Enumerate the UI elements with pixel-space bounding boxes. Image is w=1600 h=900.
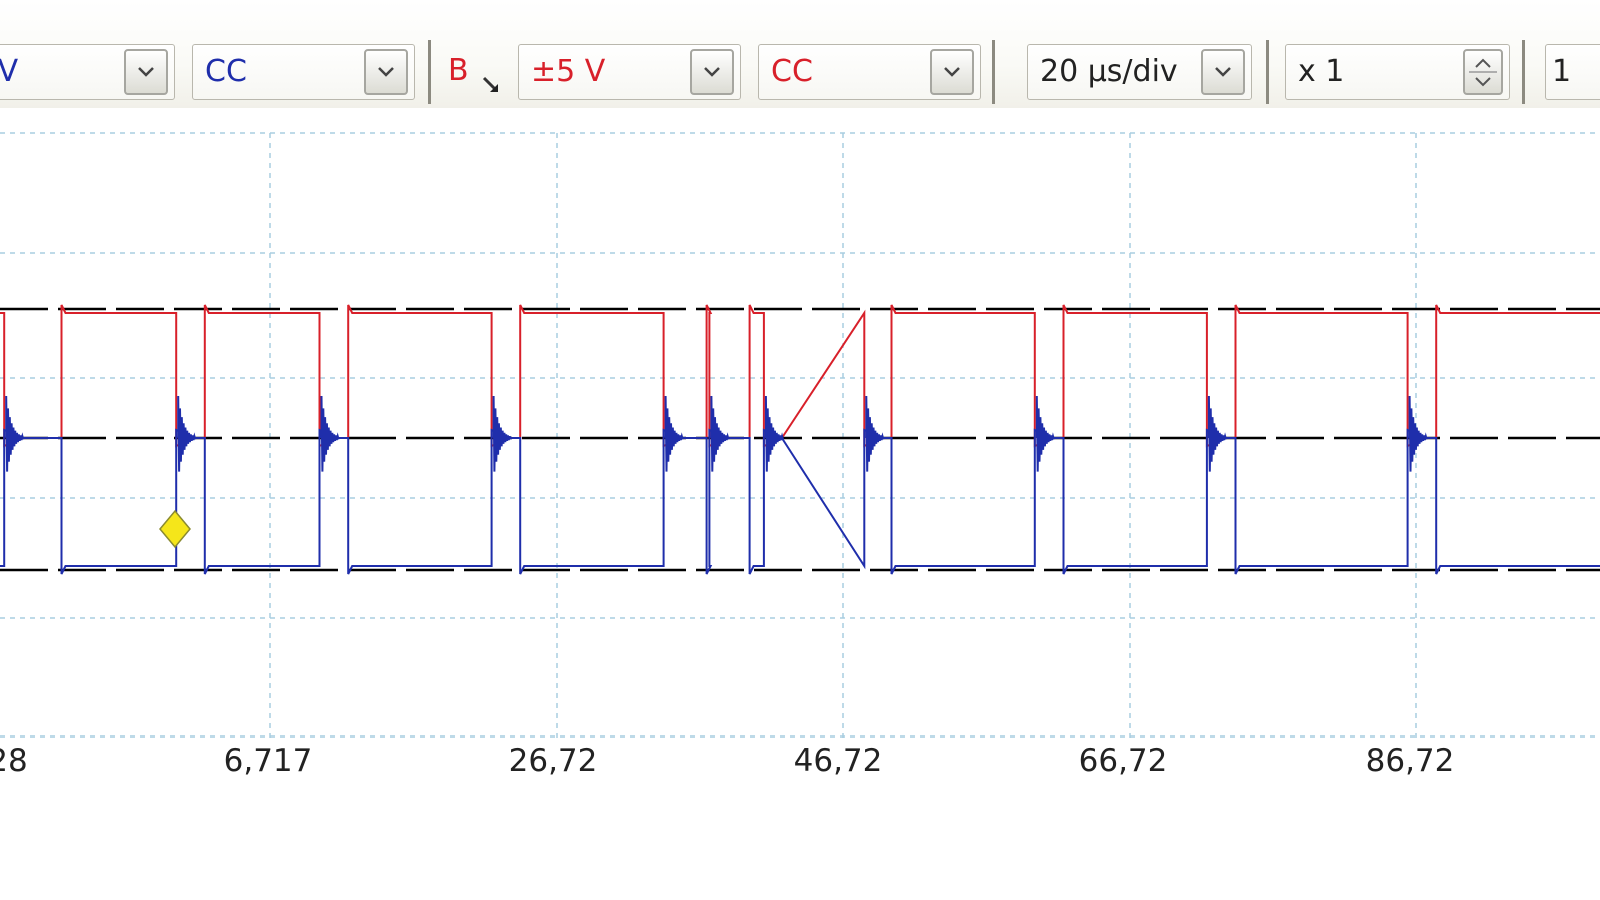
ringing-burst	[1035, 395, 1055, 472]
x-tick-label: 28	[0, 743, 28, 779]
graticule	[0, 132, 1600, 738]
channel-b-coupling-value: CC	[771, 54, 813, 89]
timebase-select[interactable]: 20 µs/div	[1027, 44, 1252, 100]
ringing-burst	[710, 395, 730, 472]
channel-b-range-select[interactable]: ±5 V	[518, 44, 741, 100]
chevron-down-icon[interactable]	[364, 49, 408, 95]
x-tick-label: 46,72	[793, 743, 883, 779]
capture-count-value: 1	[1552, 54, 1572, 89]
channel-b-coupling-select[interactable]: CC	[758, 44, 981, 100]
timebase-value: 20 µs/div	[1040, 54, 1178, 89]
chevron-down-icon[interactable]	[930, 49, 974, 95]
toolbar-separator	[1522, 40, 1525, 104]
capture-count-select[interactable]: 1	[1545, 44, 1600, 100]
waveform-traces	[0, 304, 1600, 575]
zoom-value: x 1	[1298, 54, 1345, 89]
reference-lines	[0, 307, 1600, 572]
channel-a-trace	[0, 428, 1600, 575]
chevron-down-icon[interactable]	[1201, 49, 1245, 95]
channel-a-range-value: 5 V	[0, 54, 19, 89]
toolbar-separator	[428, 40, 431, 104]
channel-b-label[interactable]: B	[448, 54, 469, 88]
x-tick-label: 86,72	[1365, 743, 1455, 779]
ringing-burst	[1207, 395, 1227, 472]
channel-a-coupling-select[interactable]: CC	[192, 44, 415, 100]
ringing-burst	[320, 395, 340, 472]
scope-toolbar: 5 V CC B ±5 V CC 20 µs/div	[0, 0, 1600, 108]
toolbar-separator	[1266, 40, 1269, 104]
trigger-marker-icon[interactable]	[159, 509, 191, 549]
ringing-burst	[5, 395, 25, 472]
chevron-down-icon[interactable]	[690, 49, 734, 95]
probe-icon[interactable]	[482, 76, 502, 100]
ringing-burst	[664, 395, 684, 472]
channel-a-coupling-value: CC	[205, 54, 247, 89]
toolbar-separator	[992, 40, 995, 104]
ringing-burst	[764, 395, 784, 472]
chevron-down-icon[interactable]	[124, 49, 168, 95]
scope-display[interactable]	[0, 108, 1600, 738]
x-tick-label: 6,717	[223, 743, 313, 779]
x-tick-label: 26,72	[508, 743, 598, 779]
channel-a-range-select[interactable]: 5 V	[0, 44, 175, 100]
ringing-burst	[177, 395, 197, 472]
ringing-burst	[492, 395, 512, 472]
spin-up-down-icon[interactable]	[1463, 49, 1503, 95]
x-tick-label: 66,72	[1078, 743, 1168, 779]
channel-b-trace	[0, 304, 1600, 448]
ringing-burst	[1408, 395, 1428, 472]
zoom-spinner[interactable]: x 1	[1285, 44, 1510, 100]
channel-b-range-value: ±5 V	[531, 54, 606, 89]
ringing-burst	[865, 395, 885, 472]
